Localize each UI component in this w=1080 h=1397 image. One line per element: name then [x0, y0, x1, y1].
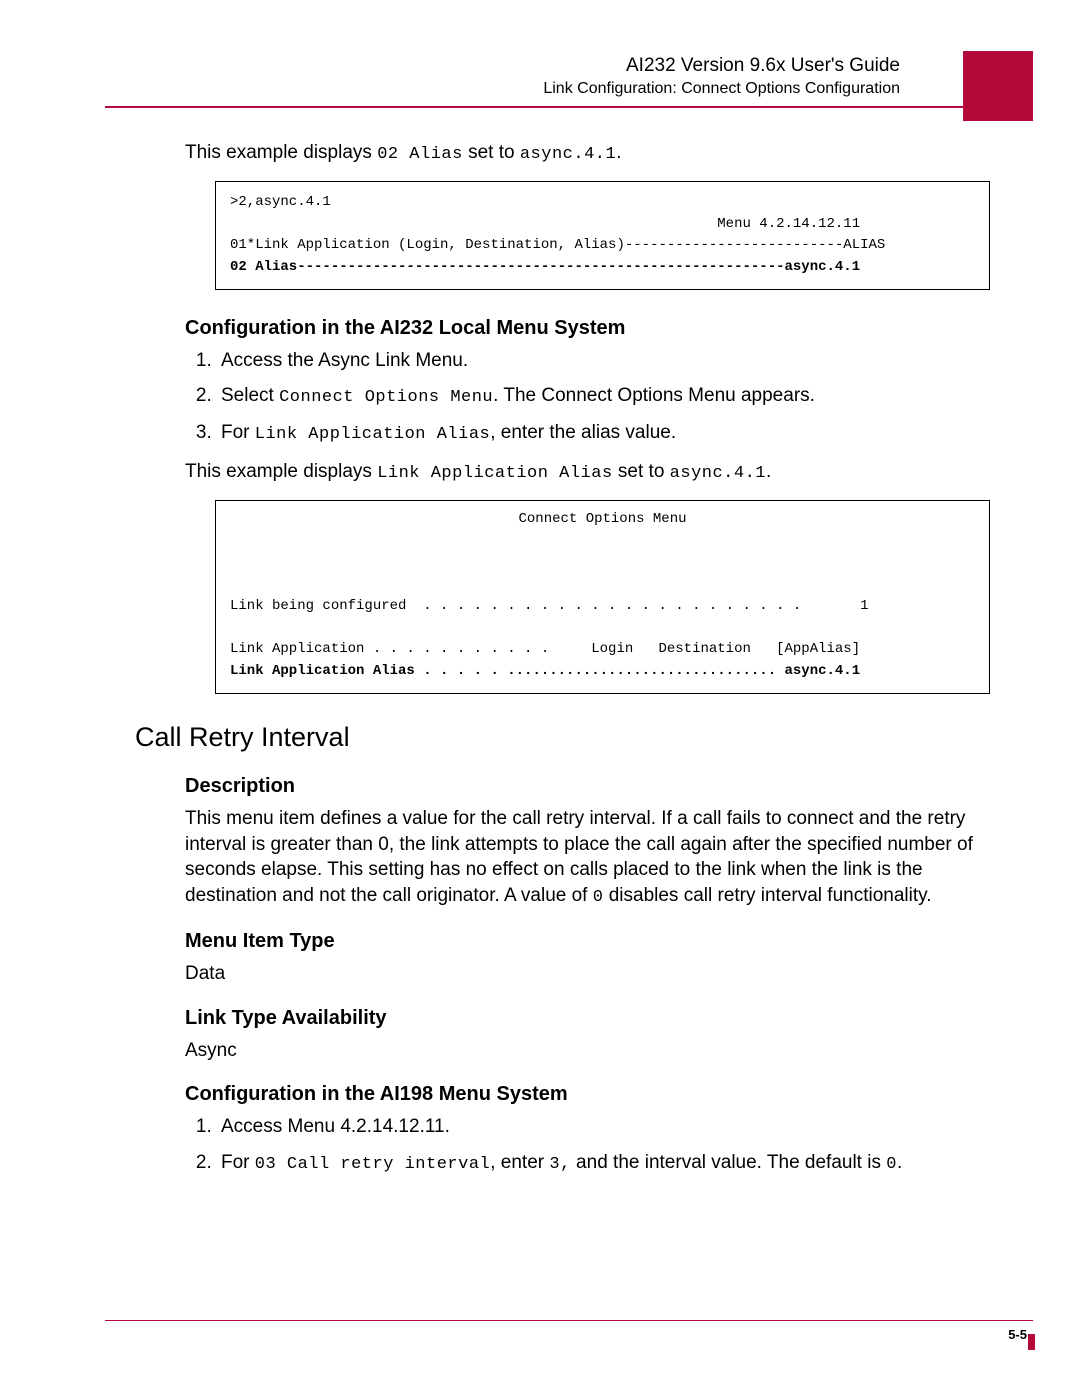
description-body: This menu item defines a value for the c… [185, 806, 990, 910]
text: This example displays [185, 461, 377, 482]
code-text: async.4.1 [520, 145, 616, 164]
text: , enter [490, 1152, 549, 1173]
text: Access Menu 4.2.14.12.11. [221, 1116, 450, 1137]
footer-color-block [1028, 1334, 1035, 1350]
text: and the interval value. The default is [571, 1152, 886, 1173]
text: . [766, 461, 771, 482]
code-text: Link Application Alias [255, 425, 490, 444]
page-container: AI232 Version 9.6x User's Guide Link Con… [0, 0, 1080, 1397]
code-line-bold: 02 Alias--------------------------------… [230, 259, 860, 275]
code-line-bold: Link Application Alias . . . . . .......… [230, 663, 860, 679]
code-block-2: Connect Options Menu Link being configur… [215, 500, 990, 694]
code-text: 3, [549, 1155, 570, 1174]
code-text: Connect Options Menu [279, 388, 493, 407]
header-subtitle: Link Configuration: Connect Options Conf… [105, 80, 990, 98]
code-text: 0 [593, 888, 604, 907]
step-item: Select Connect Options Menu. The Connect… [217, 383, 990, 410]
code-line: >2,async.4.1 [230, 194, 331, 210]
brand-color-block [963, 51, 1033, 121]
intro-example-text: This example displays 02 Alias set to as… [185, 140, 990, 167]
step-item: For Link Application Alias, enter the al… [217, 420, 990, 447]
text: . The Connect Options Menu appears. [493, 385, 815, 406]
text: , enter the alias value. [490, 422, 676, 443]
example-text-2: This example displays Link Application A… [185, 459, 990, 486]
code-line: 01*Link Application (Login, Destination,… [230, 237, 885, 253]
steps-list-ai198: Access Menu 4.2.14.12.11. For 03 Call re… [185, 1114, 990, 1177]
text: For [221, 1152, 255, 1173]
header-title: AI232 Version 9.6x User's Guide [105, 55, 990, 77]
heading-menu-item-type: Menu Item Type [185, 928, 990, 955]
text: . [616, 142, 621, 163]
text: For [221, 422, 255, 443]
code-text: 02 Alias [377, 145, 463, 164]
code-line: Link Application . . . . . . . . . . . L… [230, 641, 860, 657]
text: disables call retry interval functionali… [603, 885, 931, 906]
code-text: async.4.1 [670, 464, 766, 483]
text: set to [463, 142, 520, 163]
heading-call-retry: Call Retry Interval [135, 719, 990, 755]
text: set to [613, 461, 670, 482]
page-number: 5-5 [105, 1327, 1033, 1342]
step-item: For 03 Call retry interval, enter 3, and… [217, 1150, 990, 1177]
heading-description: Description [185, 773, 990, 800]
link-type-availability-value: Async [185, 1038, 990, 1064]
heading-config-ai198: Configuration in the AI198 Menu System [185, 1081, 990, 1108]
code-block-1: >2,async.4.1 Menu 4.2.14.12.11 01*Link A… [215, 181, 990, 290]
text: Select [221, 385, 279, 406]
page-header: AI232 Version 9.6x User's Guide Link Con… [105, 55, 990, 98]
code-line: Menu 4.2.14.12.11 [230, 216, 860, 232]
footer-rule [105, 1320, 1033, 1321]
content-area: This example displays 02 Alias set to as… [105, 108, 990, 1177]
text: . [897, 1152, 902, 1173]
code-text: Link Application Alias [377, 464, 612, 483]
step-item: Access the Async Link Menu. [217, 348, 990, 374]
heading-link-type-availability: Link Type Availability [185, 1005, 990, 1032]
code-text: 03 Call retry interval [255, 1155, 490, 1174]
menu-item-type-value: Data [185, 961, 990, 987]
code-text: 0 [886, 1155, 897, 1174]
text: Access the Async Link Menu. [221, 350, 468, 371]
code-line: Link being configured . . . . . . . . . … [230, 598, 869, 614]
page-footer: 5-5 [105, 1320, 1033, 1342]
heading-config-ai232: Configuration in the AI232 Local Menu Sy… [185, 315, 990, 342]
text: This example displays [185, 142, 377, 163]
steps-list-ai232: Access the Async Link Menu. Select Conne… [185, 348, 990, 448]
step-item: Access Menu 4.2.14.12.11. [217, 1114, 990, 1140]
code-title: Connect Options Menu [230, 509, 975, 531]
